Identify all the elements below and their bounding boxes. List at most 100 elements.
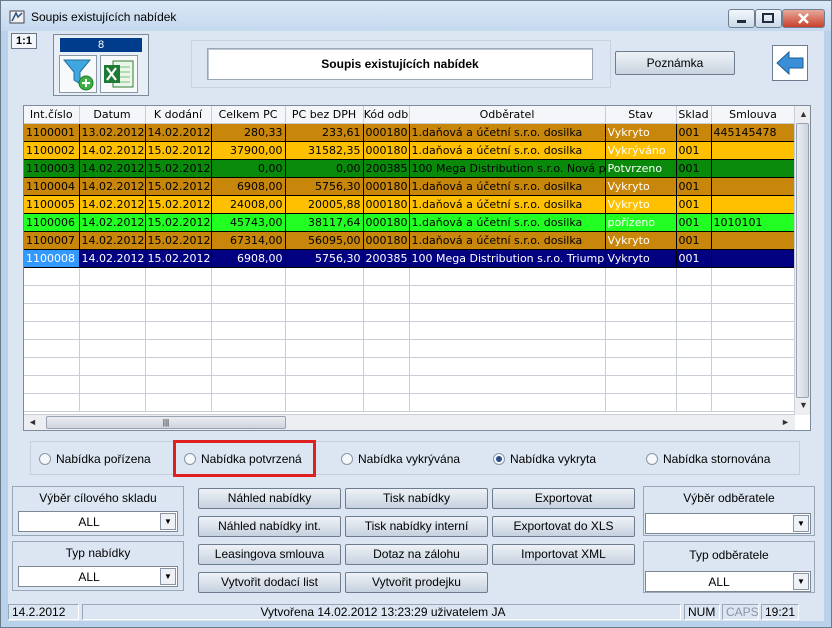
add-filter-button[interactable]: [59, 55, 97, 93]
horizontal-scroll-thumb[interactable]: |||: [46, 416, 286, 429]
column-header[interactable]: Smlouva: [711, 106, 796, 124]
table-cell: 67314,00: [211, 231, 286, 250]
empty-cell: [676, 267, 712, 286]
column-header[interactable]: Stav: [605, 106, 677, 124]
excel-export-button[interactable]: [100, 55, 138, 93]
print-offer-button[interactable]: Tisk nabídky: [345, 488, 488, 509]
table-row[interactable]: 1100002 14.02.2012 15.02.2012 37900,00 31582…: [24, 141, 796, 160]
main-window: Soupis existujících nabídek 1:1 8 Soupis…: [0, 0, 832, 628]
empty-cell: [363, 285, 410, 304]
empty-row[interactable]: [24, 393, 796, 412]
column-header[interactable]: Kód odb: [363, 106, 410, 124]
radio-vykryta[interactable]: Nabídka vykryta: [493, 452, 596, 468]
empty-cell: [211, 285, 286, 304]
vertical-scrollbar[interactable]: ▲ ▼: [794, 106, 810, 415]
customer-group: Výběr odběratele ▼: [643, 486, 815, 536]
scroll-down-icon[interactable]: ▼: [799, 400, 808, 410]
table-row[interactable]: 1100001 13.02.2012 14.02.2012 280,33 233,61 0…: [24, 123, 796, 142]
empty-row[interactable]: [24, 285, 796, 304]
print-offer-internal-button[interactable]: Tisk nabídky interní: [345, 516, 488, 537]
empty-cell: [363, 393, 410, 412]
empty-cell: [285, 303, 364, 322]
table-cell: 37900,00: [211, 141, 286, 160]
radio-label: Nabídka vykrývána: [358, 452, 461, 466]
column-header[interactable]: Int.číslo: [24, 106, 80, 124]
deposit-request-button[interactable]: Dotaz na zálohu: [345, 544, 488, 565]
app-icon: [9, 10, 25, 24]
empty-row[interactable]: [24, 321, 796, 340]
offers-grid[interactable]: Int.číslo Datum K dodání Celkem PC PC bez DP…: [23, 105, 811, 431]
empty-cell: [79, 303, 146, 322]
table-row[interactable]: 1100004 14.02.2012 15.02.2012 6908,00 5756,3…: [24, 177, 796, 196]
table-row[interactable]: 1100007 14.02.2012 15.02.2012 67314,00 56095…: [24, 231, 796, 250]
table-cell: 445145478: [711, 123, 796, 142]
table-cell: 15.02.2012: [145, 195, 212, 214]
preview-offer-button[interactable]: Náhled nabídky: [198, 488, 341, 509]
customer-select[interactable]: ▼: [645, 513, 811, 534]
export-button[interactable]: Exportovat: [492, 488, 635, 509]
table-cell: Potvrzeno: [605, 159, 677, 178]
close-button[interactable]: [782, 9, 825, 28]
chevron-down-icon[interactable]: ▼: [793, 515, 809, 532]
preview-offer-int-button[interactable]: Náhled nabídky int.: [198, 516, 341, 537]
column-header[interactable]: Sklad: [676, 106, 712, 124]
customer-type-select[interactable]: ALL ▼: [645, 571, 811, 592]
radio-porizena[interactable]: Nabídka pořízena: [39, 452, 151, 468]
scroll-up-icon[interactable]: ▲: [799, 109, 808, 119]
column-header[interactable]: Celkem PC: [211, 106, 286, 124]
leasing-contract-button[interactable]: Leasingova smlouva: [198, 544, 341, 565]
empty-cell: [363, 321, 410, 340]
chevron-down-icon[interactable]: ▼: [160, 513, 176, 530]
empty-row[interactable]: [24, 375, 796, 394]
create-delivery-note-button[interactable]: Vytvořit dodací list: [198, 572, 341, 593]
chevron-down-icon[interactable]: ▼: [160, 568, 176, 585]
warehouse-group: Výběr cílového skladu ALL ▼: [12, 486, 184, 536]
column-header[interactable]: K dodání: [145, 106, 212, 124]
import-xml-button[interactable]: Importovat XML: [492, 544, 635, 565]
table-cell: 15.02.2012: [145, 159, 212, 178]
empty-cell: [605, 267, 677, 286]
empty-cell: [605, 357, 677, 376]
table-row[interactable]: 1100005 14.02.2012 15.02.2012 24008,00 20005…: [24, 195, 796, 214]
empty-cell: [676, 339, 712, 358]
back-button[interactable]: [772, 45, 808, 81]
table-cell: [711, 177, 796, 196]
table-cell: [711, 231, 796, 250]
horizontal-scrollbar[interactable]: ◄ ||| ►: [24, 414, 795, 430]
column-header[interactable]: Datum: [79, 106, 146, 124]
column-header[interactable]: PC bez DPH: [285, 106, 364, 124]
empty-cell: [24, 357, 80, 376]
table-row[interactable]: 1100008 14.02.2012 15.02.2012 6908,00 5756,3…: [24, 249, 796, 268]
table-cell: 233,61: [285, 123, 364, 142]
empty-cell: [711, 303, 796, 322]
empty-row[interactable]: [24, 267, 796, 286]
chevron-down-icon[interactable]: ▼: [793, 573, 809, 590]
scroll-left-icon[interactable]: ◄: [28, 417, 37, 427]
maximize-icon: [762, 13, 774, 23]
radio-stornovana[interactable]: Nabídka stornována: [646, 452, 770, 468]
offer-type-select[interactable]: ALL ▼: [18, 566, 178, 587]
table-row[interactable]: 1100003 14.02.2012 15.02.2012 0,00 0,00 20038…: [24, 159, 796, 178]
empty-row[interactable]: [24, 339, 796, 358]
empty-cell: [285, 321, 364, 340]
empty-row[interactable]: [24, 357, 796, 376]
table-row[interactable]: 1100006 14.02.2012 15.02.2012 45743,00 38117…: [24, 213, 796, 232]
empty-cell: [24, 321, 80, 340]
warehouse-select[interactable]: ALL ▼: [18, 511, 178, 532]
vertical-scroll-thumb[interactable]: [796, 123, 809, 398]
empty-row[interactable]: [24, 303, 796, 322]
table-cell: 200385: [363, 249, 410, 268]
title-bar[interactable]: Soupis existujících nabídek: [1, 1, 831, 31]
maximize-button[interactable]: [755, 9, 782, 28]
table-cell: Vykryto: [605, 195, 677, 214]
note-button[interactable]: Poznámka: [615, 51, 735, 75]
export-xls-button[interactable]: Exportovat do XLS: [492, 516, 635, 537]
scroll-right-icon[interactable]: ►: [781, 417, 790, 427]
empty-cell: [145, 321, 212, 340]
table-cell: 14.02.2012: [79, 195, 146, 214]
minimize-button[interactable]: [728, 9, 755, 28]
column-header[interactable]: Odběratel: [409, 106, 606, 124]
radio-vykryvana[interactable]: Nabídka vykrývána: [341, 452, 460, 468]
create-receipt-button[interactable]: Vytvořit prodejku: [345, 572, 488, 593]
empty-cell: [211, 357, 286, 376]
